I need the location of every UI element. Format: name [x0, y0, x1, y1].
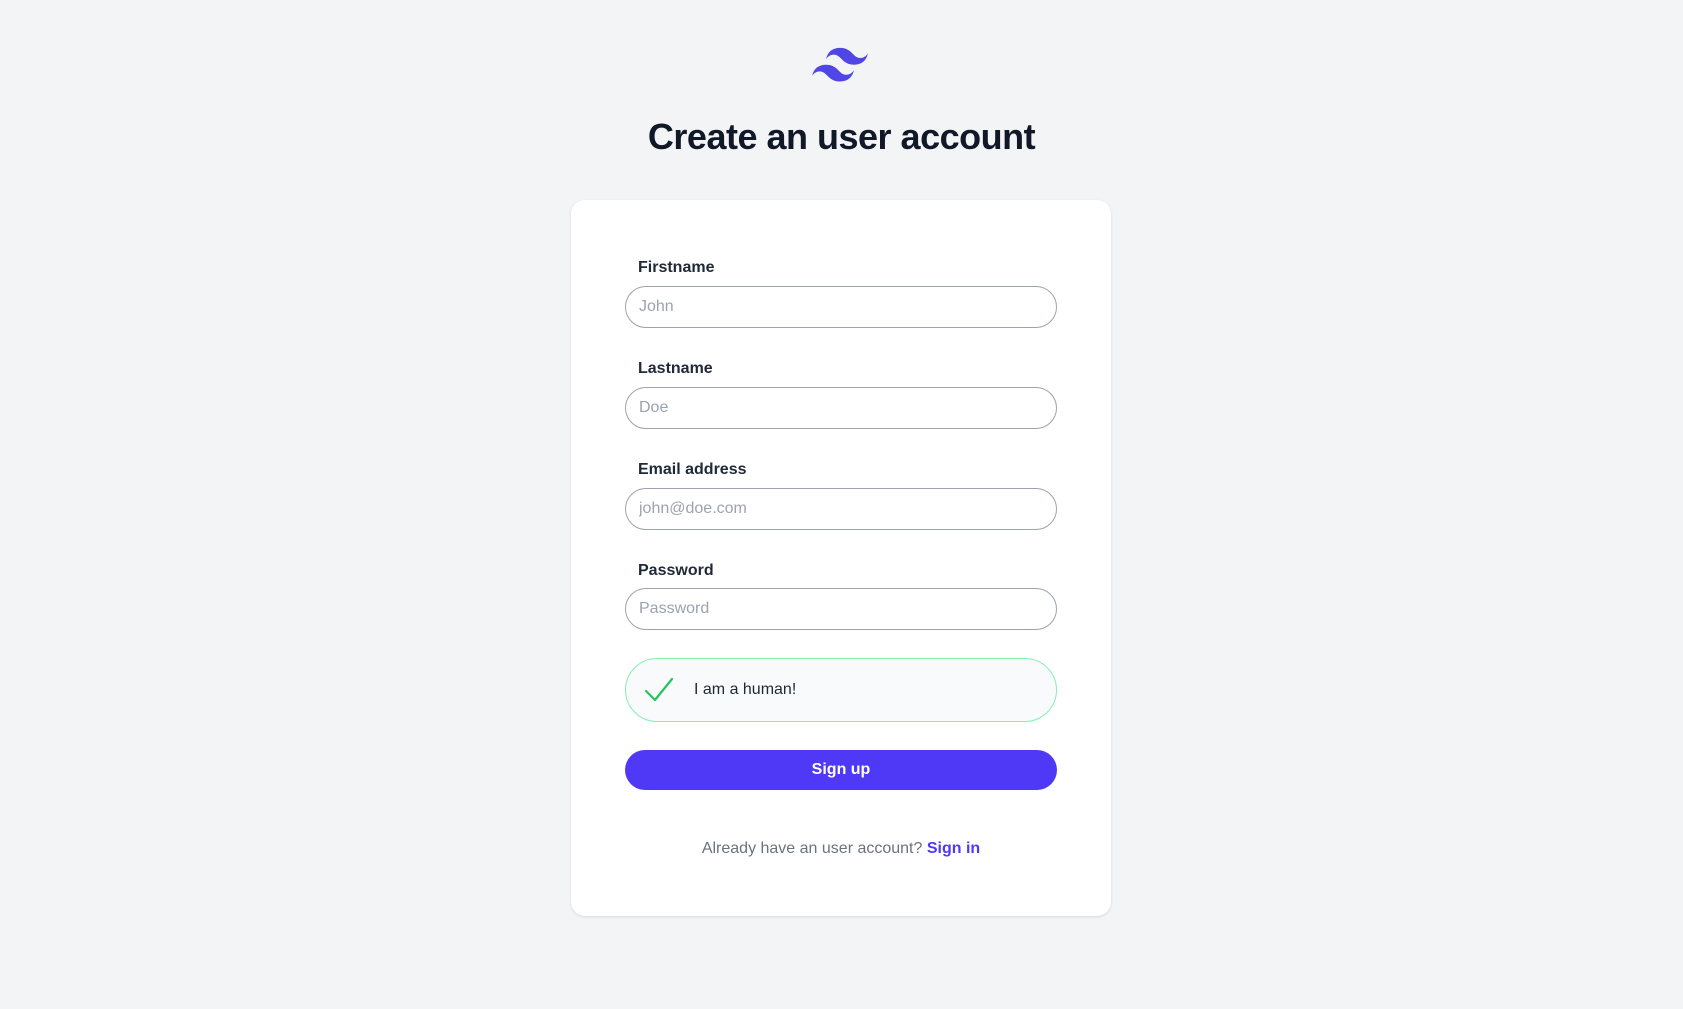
- lastname-label: Lastname: [638, 360, 713, 377]
- lastname-input[interactable]: [625, 387, 1057, 429]
- signup-button[interactable]: Sign up: [625, 750, 1057, 790]
- signin-link[interactable]: Sign in: [927, 840, 980, 857]
- firstname-input[interactable]: [625, 286, 1057, 328]
- password-input[interactable]: [625, 588, 1057, 630]
- human-verification-checkbox[interactable]: I am a human!: [625, 658, 1057, 722]
- human-verification-label: I am a human!: [694, 681, 797, 698]
- checkmark-icon: [644, 677, 674, 702]
- signin-prompt: Already have an user account? Sign in: [571, 839, 1111, 859]
- password-label: Password: [638, 562, 714, 579]
- page-title: Create an user account: [647, 116, 1036, 157]
- signin-prompt-text: Already have an user account?: [701, 840, 923, 857]
- email-input[interactable]: [625, 488, 1057, 530]
- email-label: Email address: [638, 461, 747, 478]
- tailwind-logo-icon: [812, 47, 868, 82]
- firstname-label: Firstname: [638, 259, 715, 276]
- signup-card: Firstname Lastname Email address Passwor…: [571, 200, 1111, 916]
